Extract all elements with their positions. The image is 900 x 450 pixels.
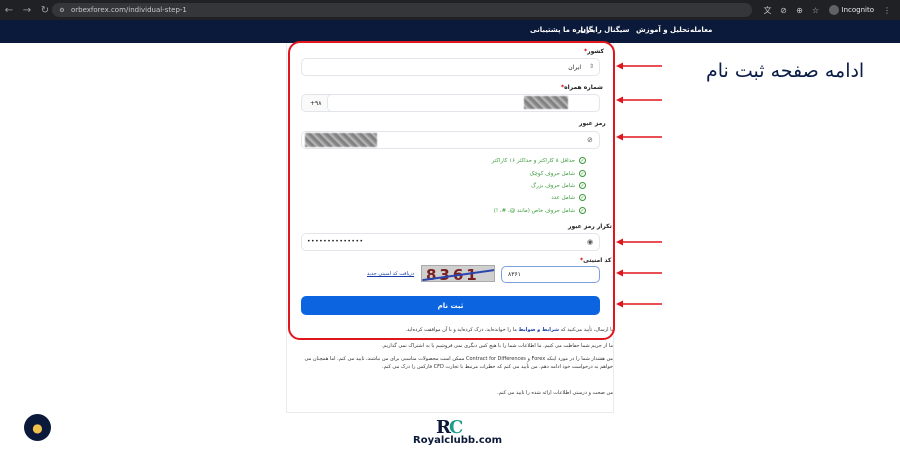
chat-icon: ● bbox=[32, 420, 43, 435]
royalclubb-logo: R C bbox=[436, 417, 463, 437]
nav-link-analysis[interactable]: تحلیل و آموزش bbox=[636, 26, 690, 34]
incognito-label: Incognito bbox=[841, 6, 874, 14]
back-icon[interactable]: ← bbox=[0, 0, 18, 20]
chat-support-button[interactable]: ● bbox=[24, 414, 51, 441]
watermark-text: Royalclubb.com bbox=[413, 435, 503, 446]
accuracy-text: من صحت و درستی اطلاعات ارائه شده را تایی… bbox=[497, 390, 613, 396]
site-info-icon[interactable]: ⚙ bbox=[58, 6, 66, 14]
address-bar[interactable]: ⚙ orbexforex.com/individual-step-1 bbox=[52, 3, 752, 17]
arrow-icon bbox=[616, 238, 662, 246]
nav-link-trade[interactable]: معامله bbox=[690, 26, 712, 34]
highlight-box bbox=[288, 41, 615, 340]
url-text: orbexforex.com/individual-step-1 bbox=[71, 6, 187, 14]
privacy-text: ما از حریم شما حفاظت می کنیم. ما اطلاعات… bbox=[381, 343, 613, 349]
star-icon[interactable]: ☆ bbox=[809, 3, 823, 17]
translate-icon[interactable]: 文 bbox=[761, 3, 775, 17]
nav-link-about[interactable]: درباره ما bbox=[563, 26, 593, 34]
nav-link-support[interactable]: پشتیبانی bbox=[530, 26, 561, 34]
eye-off-icon[interactable]: ⊘ bbox=[777, 3, 791, 17]
site-nav: معامله تحلیل و آموزش سیگنال رایگان دربار… bbox=[0, 20, 900, 43]
arrow-icon bbox=[616, 133, 662, 141]
arrow-icon bbox=[616, 96, 662, 104]
arrow-icon bbox=[616, 62, 662, 70]
incognito-badge[interactable]: Incognito bbox=[825, 5, 878, 15]
zoom-icon[interactable]: ⊕ bbox=[793, 3, 807, 17]
forward-icon[interactable]: → bbox=[18, 0, 36, 20]
svg-text:C: C bbox=[449, 417, 463, 437]
arrow-icon bbox=[616, 300, 662, 308]
menu-icon[interactable]: ⋮ bbox=[880, 3, 894, 17]
annotation-caption: ادامه صفحه ثبت نام bbox=[706, 60, 865, 82]
browser-toolbar: ← → ↻ ⚙ orbexforex.com/individual-step-1… bbox=[0, 0, 900, 20]
arrow-icon bbox=[616, 269, 662, 277]
incognito-icon bbox=[828, 5, 839, 15]
risk-text: من هشدار شما را در مورد اینکه Forex و Co… bbox=[304, 356, 613, 370]
